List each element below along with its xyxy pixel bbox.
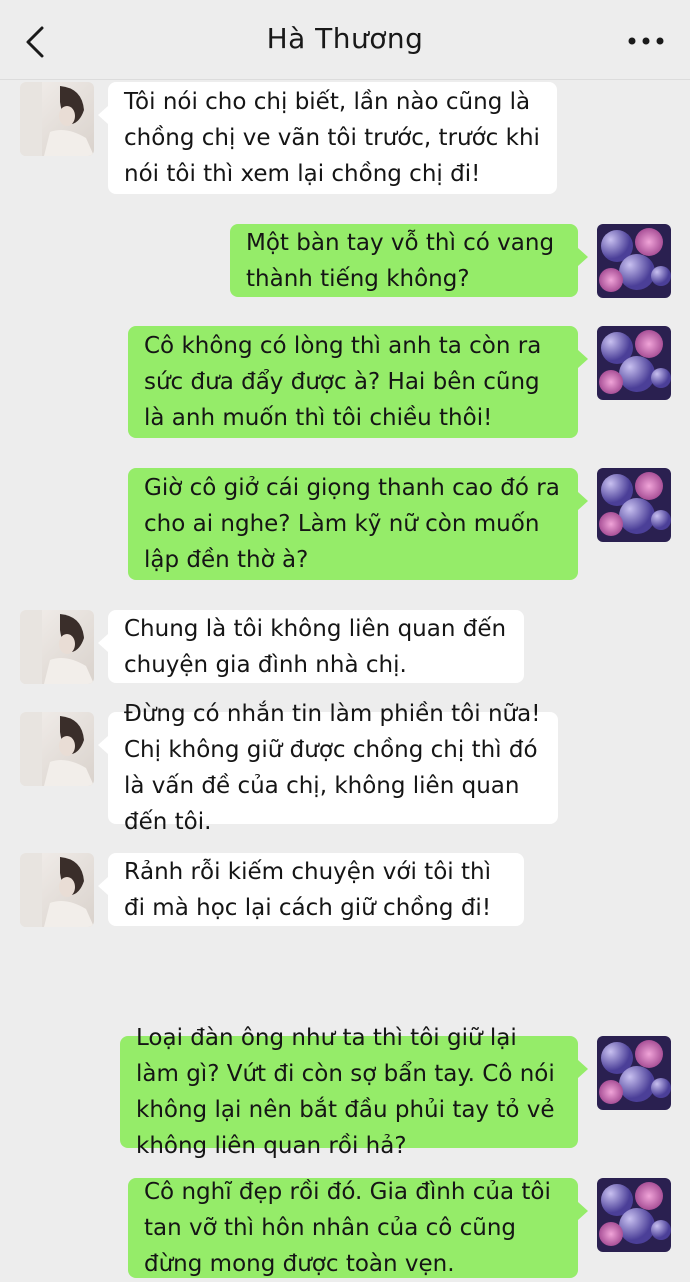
user-avatar[interactable]	[597, 468, 671, 542]
message-text: Tôi nói cho chị biết, lần nào cũng là ch…	[124, 89, 540, 187]
user-avatar[interactable]	[597, 1178, 671, 1252]
message-bubble[interactable]: Chung là tôi không liên quan đến chuyện …	[98, 610, 524, 683]
contact-avatar[interactable]	[20, 610, 94, 684]
message-text: Đừng có nhắn tin làm phiền tôi nữa! Chị …	[124, 701, 541, 835]
contact-avatar[interactable]	[20, 712, 94, 786]
message-bubble[interactable]: Cô nghĩ đẹp rồi đó. Gia đình của tôi tan…	[128, 1178, 588, 1278]
user-avatar[interactable]	[597, 224, 671, 298]
message-bubble[interactable]: Cô không có lòng thì anh ta còn ra sức đ…	[128, 326, 588, 438]
contact-avatar[interactable]	[20, 82, 94, 156]
message-text: Chung là tôi không liên quan đến chuyện …	[124, 615, 507, 678]
message-text: Loại đàn ông như ta thì tôi giữ lại làm …	[136, 1025, 555, 1159]
message-bubble[interactable]: Giờ cô giở cái giọng thanh cao đó ra cho…	[128, 468, 588, 580]
more-dots-icon[interactable]	[624, 26, 668, 56]
message-text: Cô không có lòng thì anh ta còn ra sức đ…	[144, 333, 542, 431]
message-text: Rảnh rỗi kiếm chuyện với tôi thì đi mà h…	[124, 858, 492, 921]
message-text: Giờ cô giở cái giọng thanh cao đó ra cho…	[144, 475, 560, 573]
message-bubble[interactable]: Đừng có nhắn tin làm phiền tôi nữa! Chị …	[98, 701, 558, 835]
contact-avatar[interactable]	[20, 853, 94, 927]
message-text: Cô nghĩ đẹp rồi đó. Gia đình của tôi tan…	[144, 1179, 551, 1277]
user-avatar[interactable]	[597, 326, 671, 400]
message-text: Một bàn tay vỗ thì có vang thành tiếng k…	[246, 229, 555, 292]
message-bubble[interactable]: Tôi nói cho chị biết, lần nào cũng là ch…	[98, 82, 557, 194]
chat-header: Hà Thương	[0, 0, 690, 80]
message-bubble[interactable]: Loại đàn ông như ta thì tôi giữ lại làm …	[120, 1025, 588, 1159]
message-bubble[interactable]: Một bàn tay vỗ thì có vang thành tiếng k…	[230, 224, 588, 297]
chat-title: Hà Thương	[266, 22, 424, 55]
user-avatar[interactable]	[597, 1036, 671, 1110]
message-bubble[interactable]: Rảnh rỗi kiếm chuyện với tôi thì đi mà h…	[98, 853, 524, 926]
